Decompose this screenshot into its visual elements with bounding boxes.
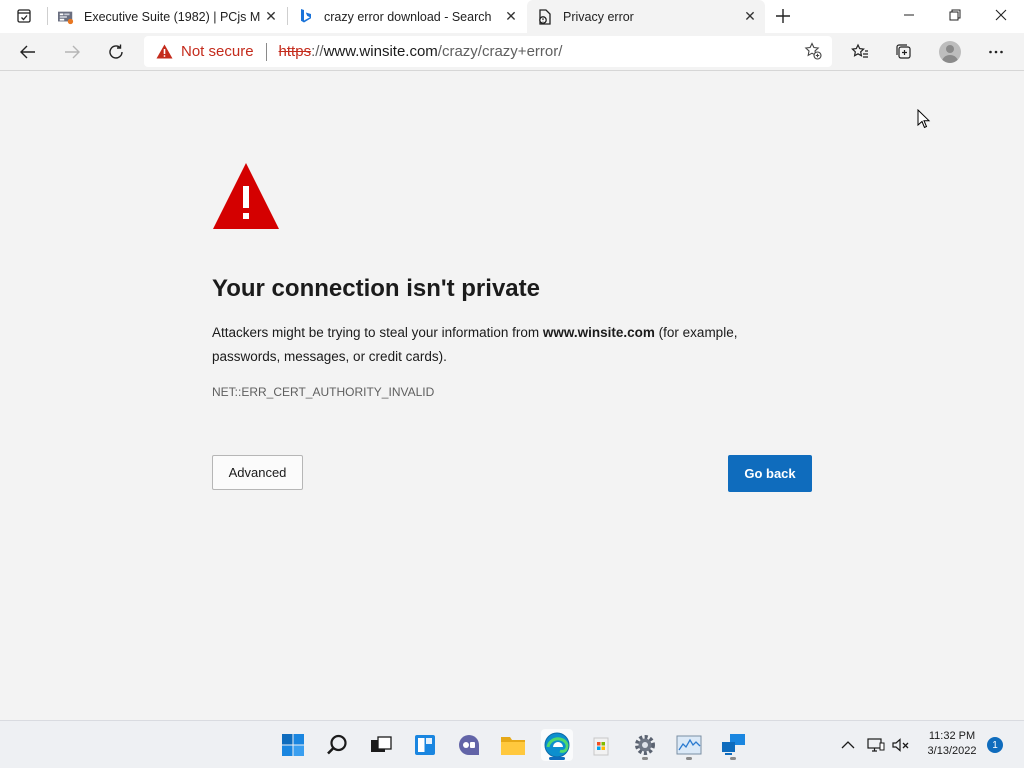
chevron-up-icon	[841, 741, 855, 749]
taskbar-teams-chat[interactable]	[453, 729, 485, 761]
store-icon	[593, 737, 609, 756]
close-icon	[995, 9, 1007, 21]
collections-icon	[896, 44, 911, 59]
close-tab-icon[interactable]: ✕	[500, 6, 522, 28]
message-text: Attackers might be trying to steal your …	[212, 325, 543, 340]
restore-button[interactable]	[932, 0, 978, 30]
taskbar: 11:32 PM 3/13/2022 1	[0, 720, 1024, 768]
tab-executive-suite[interactable]: Executive Suite (1982) | PCjs Mac ✕	[48, 0, 286, 33]
url-path: /crazy/crazy+error/	[437, 43, 563, 60]
site-info-button[interactable]: Not secure	[144, 43, 254, 60]
bing-icon	[298, 8, 314, 25]
address-separator	[265, 42, 267, 61]
error-page: Your connection isn't private Attackers …	[0, 71, 1024, 720]
url-scheme-separator: ://	[311, 43, 324, 60]
settings-more-button[interactable]	[980, 36, 1012, 68]
taskbar-search[interactable]	[321, 729, 353, 761]
tab-actions-button[interactable]	[8, 4, 40, 28]
more-dots-icon	[989, 50, 1003, 54]
teams-chat-icon	[459, 735, 479, 755]
url-scheme: https	[278, 43, 312, 60]
active-indicator	[549, 757, 565, 760]
tab-actions-icon	[17, 9, 31, 23]
taskbar-store[interactable]	[585, 729, 617, 761]
error-code: NET::ERR_CERT_AUTHORITY_INVALID	[212, 385, 435, 399]
minimize-icon	[904, 14, 914, 16]
warning-triangle-icon	[156, 44, 173, 59]
url-text[interactable]: https://www.winsite.com/crazy/crazy+erro…	[279, 43, 563, 60]
volume-status[interactable]	[889, 733, 913, 757]
star-add-icon	[804, 42, 822, 60]
error-description: Attackers might be trying to steal your …	[212, 321, 802, 369]
tab-title: Executive Suite (1982) | PCjs Mac	[84, 9, 260, 24]
clock-date: 3/13/2022	[927, 745, 977, 757]
favorites-icon	[851, 43, 868, 58]
page-title: Your connection isn't private	[212, 275, 540, 302]
new-tab-button[interactable]	[770, 4, 796, 28]
task-manager-icon	[676, 735, 702, 755]
taskbar-widgets[interactable]	[409, 729, 441, 761]
restore-icon	[949, 9, 961, 21]
address-bar[interactable]: Not secure https://www.winsite.com/crazy…	[144, 36, 832, 67]
tab-strip: Executive Suite (1982) | PCjs Mac ✕ craz…	[0, 0, 1024, 33]
browser-toolbar: Not secure https://www.winsite.com/crazy…	[0, 33, 1024, 71]
network-status[interactable]	[864, 733, 888, 757]
taskbar-clock[interactable]: 11:32 PM 3/13/2022	[920, 729, 984, 759]
page-error-icon	[537, 8, 553, 25]
clock-time: 11:32 PM	[928, 730, 976, 742]
taskbar-start[interactable]	[277, 729, 309, 761]
tab-bing-search[interactable]: crazy error download - Search ✕	[288, 0, 526, 33]
refresh-button[interactable]	[100, 36, 132, 68]
collections-button[interactable]	[888, 36, 920, 68]
arrow-left-icon	[20, 45, 35, 59]
avatar	[939, 41, 961, 63]
tab-title: Privacy error	[563, 9, 634, 24]
speaker-muted-icon	[892, 738, 909, 752]
tab-privacy-error[interactable]: Privacy error ✕	[527, 0, 765, 33]
back-button[interactable]	[12, 36, 44, 68]
message-host: www.winsite.com	[542, 325, 655, 340]
edge-icon	[544, 732, 570, 758]
refresh-icon	[109, 44, 123, 59]
running-indicator	[642, 757, 648, 760]
warning-large-icon	[213, 163, 279, 229]
widgets-icon	[415, 735, 435, 755]
taskbar-remote-desktop[interactable]	[717, 729, 749, 761]
pcjs-icon	[58, 9, 74, 25]
close-tab-icon[interactable]: ✕	[739, 6, 761, 28]
running-indicator	[730, 757, 736, 760]
minimize-button[interactable]	[886, 0, 932, 30]
taskbar-file-explorer[interactable]	[497, 729, 529, 761]
close-window-button[interactable]	[978, 0, 1024, 30]
task-view-icon	[371, 736, 392, 752]
taskbar-task-view[interactable]	[365, 729, 397, 761]
network-wired-icon	[867, 738, 885, 752]
taskbar-settings[interactable]	[629, 729, 661, 761]
add-favorite-button[interactable]	[802, 40, 824, 62]
not-secure-label: Not secure	[181, 43, 254, 60]
arrow-right-icon	[65, 45, 80, 59]
show-hidden-icons-button[interactable]	[836, 733, 860, 757]
gear-icon	[635, 735, 655, 755]
remote-desktop-icon	[722, 734, 745, 755]
windows-start-icon	[282, 734, 304, 756]
url-host: www.winsite.com	[323, 43, 438, 60]
advanced-button[interactable]: Advanced	[212, 455, 303, 490]
profile-button[interactable]	[934, 36, 966, 68]
notification-badge[interactable]: 1	[987, 737, 1003, 753]
go-back-button[interactable]: Go back	[728, 455, 812, 492]
favorites-button[interactable]	[844, 36, 876, 68]
taskbar-edge[interactable]	[541, 729, 573, 761]
close-tab-icon[interactable]: ✕	[260, 6, 282, 28]
folder-icon	[501, 737, 525, 755]
mouse-cursor-icon	[917, 109, 931, 129]
running-indicator	[686, 757, 692, 760]
taskbar-task-manager[interactable]	[673, 729, 705, 761]
search-icon	[327, 734, 347, 755]
forward-button[interactable]	[56, 36, 88, 68]
plus-icon	[776, 9, 790, 23]
tab-title: crazy error download - Search	[324, 9, 492, 24]
